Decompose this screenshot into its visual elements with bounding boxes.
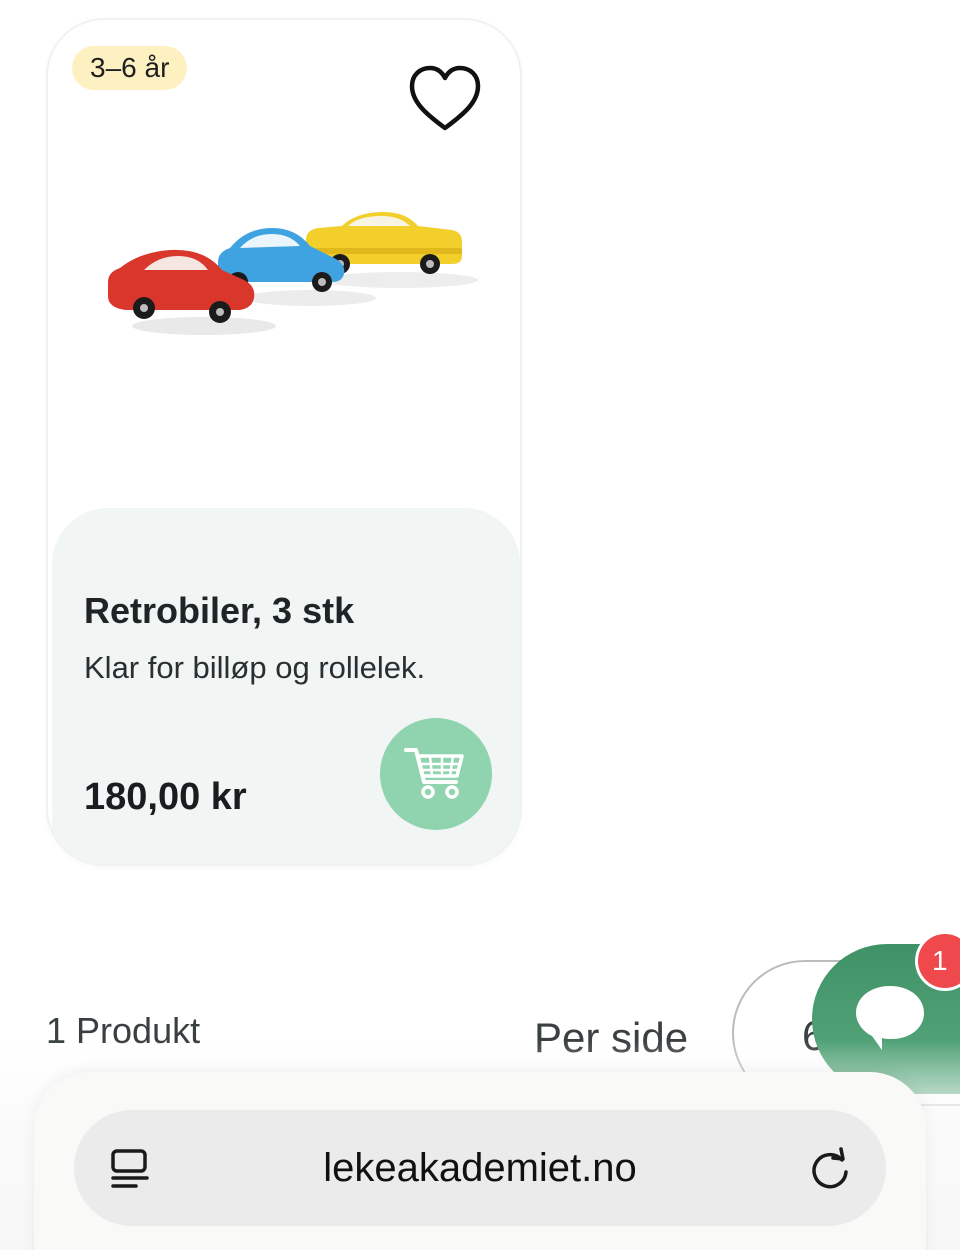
browser-toolbar: lekeakademiet.no bbox=[34, 1072, 926, 1250]
product-price: 180,00 kr bbox=[84, 776, 247, 818]
product-image[interactable] bbox=[100, 200, 480, 380]
product-title[interactable]: Retrobiler, 3 stk bbox=[84, 590, 354, 632]
add-to-cart-button[interactable] bbox=[380, 718, 492, 830]
product-description: Klar for billøp og rollelek. bbox=[84, 650, 426, 685]
shopping-cart-icon bbox=[404, 748, 464, 799]
heart-outline-icon bbox=[409, 65, 481, 131]
address-bar[interactable]: lekeakademiet.no bbox=[74, 1110, 886, 1226]
url-text: lekeakademiet.no bbox=[323, 1146, 637, 1190]
product-card[interactable]: 3–6 år Retrobiler, 3 stk Klar for billøp… bbox=[46, 18, 522, 866]
product-info: Retrobiler, 3 stk Klar for billøp og rol… bbox=[52, 508, 520, 864]
wishlist-button[interactable] bbox=[406, 62, 484, 134]
reload-icon[interactable] bbox=[808, 1146, 852, 1190]
page: 3–6 år Retrobiler, 3 stk Klar for billøp… bbox=[0, 0, 960, 1250]
age-badge: 3–6 år bbox=[72, 46, 188, 90]
